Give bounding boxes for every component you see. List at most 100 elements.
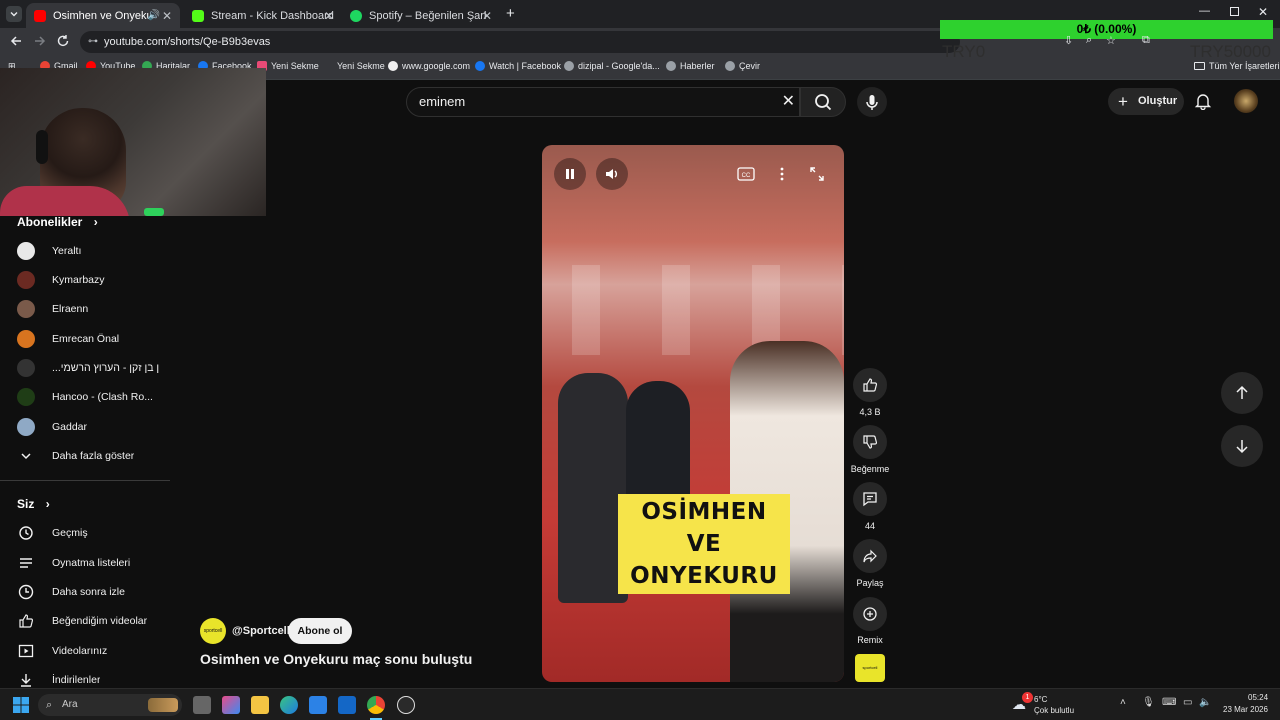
network-tray-icon[interactable]: ▭ (1183, 697, 1192, 708)
volume-tray-icon[interactable]: 🔈 (1199, 697, 1211, 708)
tab-spotify[interactable]: Spotify – Beğenilen Şarkılar ✕ (342, 3, 500, 28)
new-tab-button[interactable]: + (506, 5, 515, 22)
task-view-icon[interactable] (193, 696, 211, 714)
dislike-button[interactable] (853, 425, 887, 459)
like-button[interactable] (853, 368, 887, 402)
zoom-icon[interactable]: ⌕ (1086, 34, 1092, 47)
sidebar-item-liked-videos[interactable]: Beğendiğim videolar (17, 609, 167, 633)
all-bookmarks-folder[interactable]: Tüm Yer İşaretleri (1194, 61, 1280, 71)
sidebar-item-yeralti[interactable]: Yeraltı (17, 239, 167, 263)
back-arrow-icon[interactable] (9, 34, 23, 48)
sidebar-item-playlists[interactable]: Oynatma listeleri (17, 551, 167, 575)
address-bar[interactable]: ⊶ youtube.com/shorts/Qe-B9b3evas (80, 31, 960, 53)
channel-avatar (17, 359, 35, 377)
bookmark-google[interactable]: www.google.com (388, 61, 470, 71)
notifications-bell-icon[interactable] (1194, 92, 1212, 110)
you-heading[interactable]: Siz › (17, 497, 50, 511)
tab-title: Osimhen ve Onyekuru maç (53, 9, 151, 22)
volume-button[interactable] (596, 158, 628, 190)
sidebar-item-kymarbazy[interactable]: Kymarbazy (17, 268, 167, 292)
extensions-icon[interactable]: ⧉ (1142, 34, 1150, 47)
search-input[interactable]: eminem ✕ (406, 87, 800, 117)
sidebar-item-label: Gaddar (52, 421, 88, 433)
bookmark-news[interactable]: Haberler (666, 61, 715, 71)
bookmark-watch-facebook[interactable]: Watch | Facebook (475, 61, 561, 71)
search-icon (815, 94, 832, 111)
microphone-tray-icon[interactable]: 🎙 (1142, 697, 1155, 708)
forward-arrow-icon[interactable] (33, 34, 47, 48)
bookmark-star-icon[interactable]: ☆ (1106, 34, 1116, 47)
close-tab-icon[interactable]: ✕ (162, 9, 172, 23)
caption-line-1: OSİMHEN VE (641, 499, 767, 557)
comments-button[interactable] (853, 482, 887, 516)
fullscreen-button[interactable] (801, 158, 833, 190)
captions-button[interactable]: CC (730, 158, 762, 190)
sidebar-item-history[interactable]: Geçmiş (17, 521, 167, 545)
sidebar-item-hebrew-channel[interactable]: ...ן בן זקן - הערוץ הרשמי (17, 356, 167, 380)
close-window-icon[interactable]: ✕ (1258, 5, 1268, 19)
install-app-icon[interactable]: ⇩ (1064, 34, 1073, 47)
channel-avatar (17, 300, 35, 318)
voice-search-button[interactable] (857, 87, 887, 117)
chevron-right-icon: › (45, 497, 50, 511)
maximize-window-icon[interactable] (1230, 7, 1239, 16)
weather-widget[interactable]: ☁ 1 6°C Çok bulutlu (1012, 692, 1102, 718)
search-button[interactable] (800, 87, 846, 117)
show-hidden-icons-chevron-icon[interactable]: ˄ (1120, 697, 1126, 708)
bookmark-label: Çevir (739, 61, 761, 71)
tab-search-button[interactable] (6, 6, 22, 22)
clock-date[interactable]: 23 Mar 2026 (1223, 705, 1268, 714)
channel-avatar (17, 418, 35, 436)
tab-youtube[interactable]: Osimhen ve Onyekuru maç 🔊 ✕ (26, 3, 180, 28)
show-more-button[interactable]: Daha fazla göster (17, 444, 167, 468)
sidebar-item-watch-later[interactable]: Daha sonra izle (17, 580, 167, 604)
site-info-icon[interactable]: ⊶ (88, 31, 98, 53)
sidebar-item-your-videos[interactable]: Videolarınız (17, 639, 167, 663)
audio-playing-icon[interactable]: 🔊 (148, 10, 160, 21)
sidebar-item-gaddar[interactable]: Gaddar (17, 415, 167, 439)
pause-button[interactable] (554, 158, 586, 190)
bookmark-dizipal[interactable]: dizipal - Google'da... (564, 61, 660, 71)
reload-icon[interactable] (56, 34, 70, 48)
subscribe-button[interactable]: Abone ol (288, 618, 352, 644)
create-button[interactable]: + Oluştur (1108, 88, 1184, 115)
account-avatar[interactable] (1234, 89, 1258, 113)
obs-icon[interactable] (397, 696, 415, 714)
file-explorer-icon[interactable] (251, 696, 269, 714)
bookmark-new-tab-2[interactable]: Yeni Sekme (323, 61, 385, 71)
bookmark-translate[interactable]: Çevir (725, 61, 760, 71)
bookmark-new-tab-1[interactable]: Yeni Sekme (257, 61, 319, 71)
store-icon[interactable] (309, 696, 327, 714)
sound-thumbnail[interactable]: sportcell (855, 654, 885, 682)
next-short-button[interactable] (1221, 425, 1263, 467)
channel-handle[interactable]: @Sportcell (232, 625, 290, 637)
share-button[interactable] (853, 539, 887, 573)
close-tab-icon[interactable]: ✕ (324, 9, 334, 23)
shorts-video-player[interactable]: CC OSİMHEN VE ONYEKURU (542, 145, 844, 682)
sidebar-item-elraenn[interactable]: Elraenn (17, 297, 167, 321)
windows-start-icon[interactable] (13, 697, 29, 713)
taskbar-search[interactable]: ⌕ Ara (38, 694, 182, 716)
bookmark-label: Yeni Sekme (337, 61, 385, 71)
sidebar-item-emrecan-onal[interactable]: Emrecan Önal (17, 327, 167, 351)
outlook-icon[interactable] (338, 696, 356, 714)
tab-kick-dashboard[interactable]: Stream - Kick Dashboard ✕ (184, 3, 342, 28)
previous-short-button[interactable] (1221, 372, 1263, 414)
notification-badge: 1 (1022, 692, 1033, 703)
chrome-icon[interactable] (367, 696, 385, 714)
clock-time[interactable]: 05:24 (1248, 693, 1268, 702)
edge-icon[interactable] (280, 696, 298, 714)
clear-search-icon[interactable]: ✕ (782, 88, 795, 116)
video-title[interactable]: Osimhen ve Onyekuru maç sonu buluştu (200, 651, 472, 667)
remix-button[interactable] (853, 597, 887, 631)
more-options-button[interactable] (766, 158, 798, 190)
subscriptions-heading[interactable]: Abonelikler › (17, 215, 98, 229)
close-tab-icon[interactable]: ✕ (482, 9, 492, 23)
channel-avatar[interactable]: sportcell (200, 618, 226, 644)
share-icon (863, 549, 877, 563)
sidebar-item-hancoo[interactable]: Hancoo - (Clash Ro... (17, 385, 167, 409)
keyboard-tray-icon[interactable]: ⌨ (1162, 697, 1176, 708)
minimize-window-icon[interactable]: — (1199, 5, 1210, 17)
thumbs-down-icon (863, 435, 878, 449)
widgets-icon[interactable] (222, 696, 240, 714)
